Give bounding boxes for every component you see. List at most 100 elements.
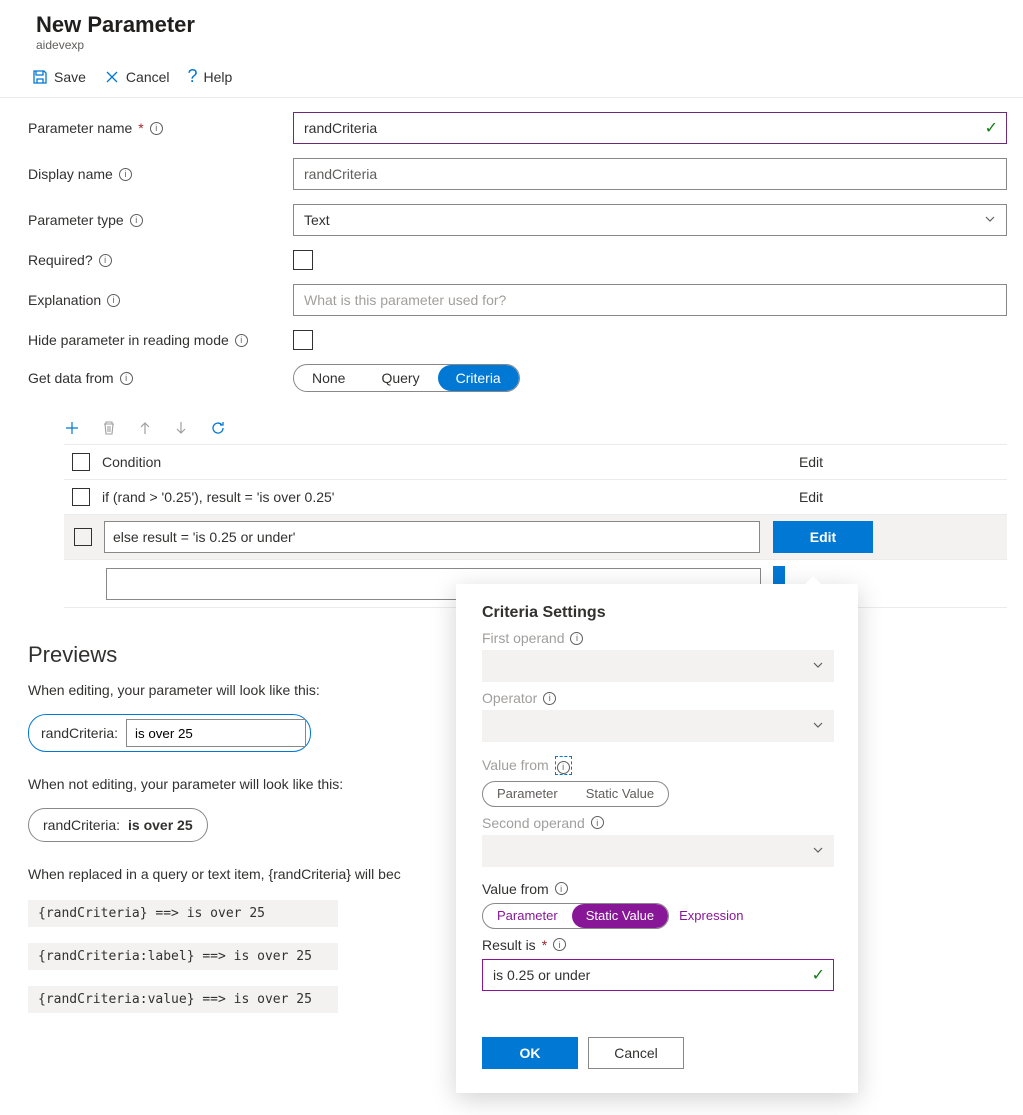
get-data-from-group: None Query Criteria — [293, 364, 520, 392]
parameter-name-label: Parameter name — [28, 120, 132, 136]
info-icon[interactable]: i — [119, 168, 132, 181]
second-operand-label: Second operand — [482, 815, 585, 831]
get-data-from-label: Get data from — [28, 370, 114, 386]
criteria-settings-popover: Criteria Settings First operand i Operat… — [456, 584, 858, 1093]
value-from-group-2: Parameter Static Value — [482, 903, 669, 929]
display-name-value: randCriteria — [304, 166, 377, 182]
check-icon: ✓ — [812, 965, 825, 985]
chevron-down-icon — [812, 718, 824, 734]
result-is-input[interactable]: is 0.25 or under ✓ — [482, 959, 834, 991]
info-icon[interactable]: i — [107, 294, 120, 307]
page-subtitle: aidevexp — [36, 38, 1007, 52]
pill-expression[interactable]: Expression — [679, 908, 743, 923]
code-preview-3: {randCriteria:value} ==> is over 25 — [28, 986, 338, 1013]
divider — [0, 97, 1023, 98]
info-icon[interactable]: i — [543, 692, 556, 705]
info-icon[interactable]: i — [120, 372, 133, 385]
info-icon[interactable]: i — [150, 122, 163, 135]
result-is-value: is 0.25 or under — [493, 967, 590, 983]
popover-title: Criteria Settings — [482, 604, 834, 622]
parameter-name-input[interactable]: randCriteria ✓ — [293, 112, 1007, 144]
required-asterisk: * — [138, 120, 143, 136]
condition-input-value: else result = 'is 0.25 or under' — [113, 529, 295, 545]
save-icon — [32, 69, 48, 85]
parameter-type-label: Parameter type — [28, 212, 124, 228]
condition-text: if (rand > '0.25'), result = 'is over 0.… — [102, 489, 334, 505]
operator-select[interactable] — [482, 710, 834, 742]
row-checkbox[interactable] — [74, 528, 92, 546]
ok-button[interactable]: OK — [482, 1037, 578, 1069]
select-all-checkbox[interactable] — [72, 453, 90, 471]
cancel-label: Cancel — [126, 69, 170, 85]
explanation-label: Explanation — [28, 292, 101, 308]
value-from-label-1: Value from — [482, 757, 549, 773]
pill-parameter[interactable]: Parameter — [483, 904, 572, 928]
help-button[interactable]: ? Help — [188, 66, 233, 87]
toolbar: Save Cancel ? Help — [28, 62, 1007, 97]
required-checkbox[interactable] — [293, 250, 313, 270]
info-icon[interactable]: i — [553, 938, 566, 951]
code-preview-2: {randCriteria:label} ==> is over 25 — [28, 943, 338, 970]
refresh-icon[interactable] — [210, 420, 226, 436]
display-name-input[interactable]: randCriteria — [293, 158, 1007, 190]
cancel-button[interactable]: Cancel — [588, 1037, 684, 1069]
chevron-down-icon — [812, 658, 824, 674]
close-icon — [104, 69, 120, 85]
info-icon[interactable]: i — [130, 214, 143, 227]
help-label: Help — [204, 69, 233, 85]
info-icon[interactable]: i — [591, 816, 604, 829]
parameter-name-value: randCriteria — [304, 120, 377, 136]
preview-editing-chip: randCriteria: — [28, 714, 311, 752]
required-label: Required? — [28, 252, 93, 268]
pill-query[interactable]: Query — [363, 365, 437, 391]
delete-icon[interactable] — [102, 420, 116, 436]
row-checkbox[interactable] — [72, 488, 90, 506]
pill-static-value[interactable]: Static Value — [572, 782, 668, 806]
condition-input[interactable]: else result = 'is 0.25 or under' — [104, 521, 760, 553]
page-title: New Parameter — [36, 12, 1007, 38]
pill-criteria[interactable]: Criteria — [438, 365, 519, 391]
condition-header: Condition — [102, 454, 161, 470]
edit-header: Edit — [761, 454, 861, 470]
info-icon[interactable]: i — [557, 761, 570, 774]
first-operand-select[interactable] — [482, 650, 834, 682]
chip-label: randCriteria: — [41, 725, 118, 741]
hide-param-checkbox[interactable] — [293, 330, 313, 350]
pill-parameter[interactable]: Parameter — [483, 782, 572, 806]
preview-readonly-chip: randCriteria: is over 25 — [28, 808, 208, 842]
move-down-icon[interactable] — [174, 420, 188, 436]
second-operand-select[interactable] — [482, 835, 834, 867]
cancel-button[interactable]: Cancel — [104, 69, 170, 85]
chip-value-plain: is over 25 — [128, 817, 193, 833]
info-icon[interactable]: i — [555, 882, 568, 895]
chevron-down-icon — [812, 843, 824, 859]
save-label: Save — [54, 69, 86, 85]
info-icon[interactable]: i — [99, 254, 112, 267]
parameter-type-select[interactable]: Text — [293, 204, 1007, 236]
result-is-label: Result is — [482, 937, 536, 953]
edit-button[interactable]: Edit — [773, 521, 873, 553]
chip-input[interactable] — [126, 719, 306, 747]
info-icon[interactable]: i — [235, 334, 248, 347]
move-up-icon[interactable] — [138, 420, 152, 436]
code-preview-1: {randCriteria} ==> is over 25 — [28, 900, 338, 927]
required-asterisk: * — [542, 937, 547, 953]
display-name-label: Display name — [28, 166, 113, 182]
pill-none[interactable]: None — [294, 365, 363, 391]
pill-static-value[interactable]: Static Value — [572, 904, 668, 928]
save-button[interactable]: Save — [32, 69, 86, 85]
help-icon: ? — [188, 66, 198, 87]
explanation-input[interactable]: What is this parameter used for? — [293, 284, 1007, 316]
chip-label-plain: randCriteria: — [43, 817, 120, 833]
add-icon[interactable] — [64, 420, 80, 436]
value-from-label-2: Value from — [482, 881, 549, 897]
info-icon[interactable]: i — [570, 632, 583, 645]
first-operand-label: First operand — [482, 630, 564, 646]
explanation-placeholder: What is this parameter used for? — [304, 292, 506, 308]
hide-param-label: Hide parameter in reading mode — [28, 332, 229, 348]
operator-label: Operator — [482, 690, 537, 706]
chevron-down-icon — [984, 212, 996, 228]
value-from-group-1: Parameter Static Value — [482, 781, 669, 807]
check-icon: ✓ — [985, 118, 998, 138]
edit-link[interactable]: Edit — [761, 489, 861, 505]
